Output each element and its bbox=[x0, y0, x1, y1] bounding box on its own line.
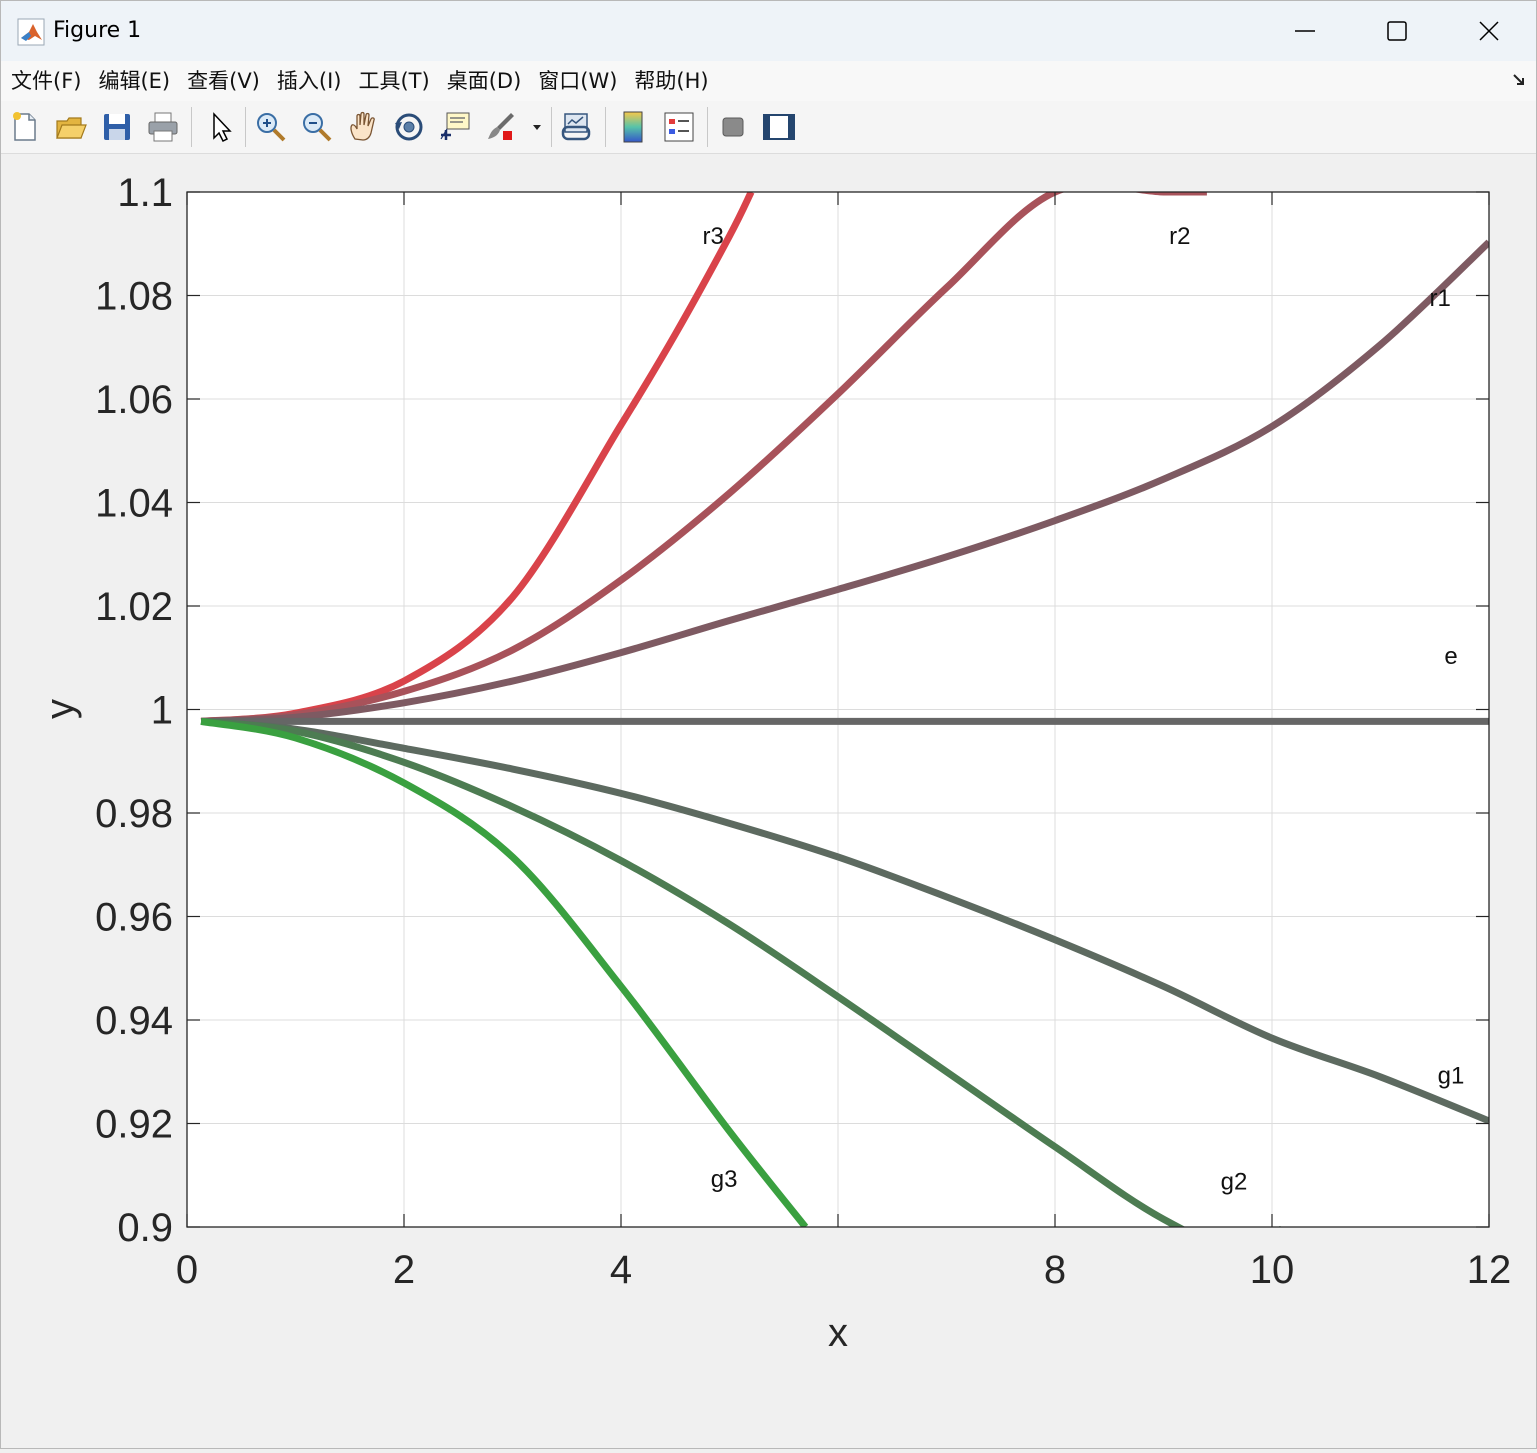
close-button[interactable] bbox=[1443, 1, 1535, 61]
menu-desktop[interactable]: 桌面(D) bbox=[447, 64, 522, 98]
hide-plot-tools-icon[interactable] bbox=[715, 109, 751, 145]
minimize-icon bbox=[1295, 30, 1315, 32]
x-tick-label: 12 bbox=[1467, 1248, 1512, 1292]
y-tick-label: 1.02 bbox=[95, 585, 173, 629]
dock-figure-icon[interactable] bbox=[1510, 71, 1528, 89]
zoom-out-icon[interactable] bbox=[299, 109, 335, 145]
figure-canvas: 0 2 4 8 10 12 0.9 0.92 0.94 0.96 0.98 1 1.02 1.04 1.06… bbox=[1, 154, 1536, 1448]
menu-edit[interactable]: 编辑(E) bbox=[98, 64, 170, 98]
legend-icon[interactable] bbox=[661, 109, 697, 145]
maximize-button[interactable] bbox=[1351, 1, 1443, 61]
brush-icon[interactable] bbox=[483, 109, 519, 145]
y-tick-label: 0.96 bbox=[95, 896, 173, 940]
toolbar-separator bbox=[551, 107, 552, 147]
y-tick-label: 1.06 bbox=[95, 378, 173, 422]
matlab-logo-icon bbox=[17, 18, 45, 46]
maximize-icon bbox=[1387, 21, 1407, 41]
y-tick-label: 0.92 bbox=[95, 1103, 173, 1147]
y-tick-label: 0.94 bbox=[95, 999, 173, 1043]
y-tick-label: 1.08 bbox=[95, 275, 173, 319]
y-tick-label: 1.04 bbox=[95, 482, 173, 526]
y-tick-label: 1.1 bbox=[117, 171, 173, 215]
new-figure-icon[interactable] bbox=[7, 109, 43, 145]
minimize-button[interactable] bbox=[1259, 1, 1351, 61]
toolbar-separator bbox=[605, 107, 606, 147]
colorbar-icon[interactable] bbox=[615, 109, 651, 145]
figure-window: Figure 1 文件(F) 编辑(E) 查看(V) 插入(I) 工具(T) 桌… bbox=[0, 0, 1537, 1449]
toolbar-separator bbox=[245, 107, 246, 147]
title-bar: Figure 1 bbox=[1, 1, 1536, 61]
rotate-3d-icon[interactable] bbox=[391, 109, 427, 145]
y-tick-label: 1 bbox=[151, 689, 173, 733]
x-tick-label: 8 bbox=[1044, 1248, 1066, 1292]
link-plot-icon[interactable] bbox=[559, 109, 595, 145]
toolbar-separator bbox=[191, 107, 192, 147]
menu-help[interactable]: 帮助(H) bbox=[634, 64, 708, 98]
show-plot-tools-icon[interactable] bbox=[761, 109, 797, 145]
close-icon bbox=[1479, 21, 1499, 41]
annotation-label-r2: r2 bbox=[1169, 223, 1190, 250]
x-tick-label: 2 bbox=[393, 1248, 415, 1292]
x-tick-label: 10 bbox=[1250, 1248, 1295, 1292]
select-arrow-icon[interactable] bbox=[203, 109, 239, 145]
y-tick-label: 0.98 bbox=[95, 792, 173, 836]
annotation-label-g3: g3 bbox=[711, 1166, 738, 1193]
menu-insert[interactable]: 插入(I) bbox=[277, 64, 342, 98]
annotation-label-g2: g2 bbox=[1221, 1168, 1248, 1195]
annotation-label-r3: r3 bbox=[703, 223, 724, 250]
brush-dropdown-icon[interactable] bbox=[527, 109, 547, 145]
data-cursor-icon[interactable] bbox=[437, 109, 473, 145]
x-tick-label: 4 bbox=[610, 1248, 632, 1292]
print-icon[interactable] bbox=[145, 109, 181, 145]
menu-bar: 文件(F) 编辑(E) 查看(V) 插入(I) 工具(T) 桌面(D) 窗口(W… bbox=[1, 61, 1536, 101]
menu-window[interactable]: 窗口(W) bbox=[538, 64, 617, 98]
menu-tools[interactable]: 工具(T) bbox=[358, 64, 429, 98]
menu-file[interactable]: 文件(F) bbox=[11, 64, 81, 98]
window-title: Figure 1 bbox=[53, 18, 142, 43]
toolbar-separator bbox=[707, 107, 708, 147]
annotation-label-g1: g1 bbox=[1438, 1062, 1465, 1089]
pan-hand-icon[interactable] bbox=[345, 109, 381, 145]
y-tick-label: 0.9 bbox=[117, 1206, 173, 1250]
annotation-label-e: e bbox=[1444, 643, 1457, 670]
line-chart[interactable]: 0 2 4 8 10 12 0.9 0.92 0.94 0.96 0.98 1 1.02 1.04 1.06… bbox=[1, 154, 1536, 1448]
annotation-label-r1: r1 bbox=[1430, 285, 1451, 312]
x-axis-label: x bbox=[828, 1311, 848, 1355]
figure-toolbar bbox=[1, 101, 1536, 154]
save-icon[interactable] bbox=[99, 109, 135, 145]
open-file-icon[interactable] bbox=[53, 109, 89, 145]
zoom-in-icon[interactable] bbox=[253, 109, 289, 145]
x-tick-label: 0 bbox=[176, 1248, 198, 1292]
y-axis-label: y bbox=[38, 699, 82, 719]
menu-view[interactable]: 查看(V) bbox=[187, 64, 260, 98]
